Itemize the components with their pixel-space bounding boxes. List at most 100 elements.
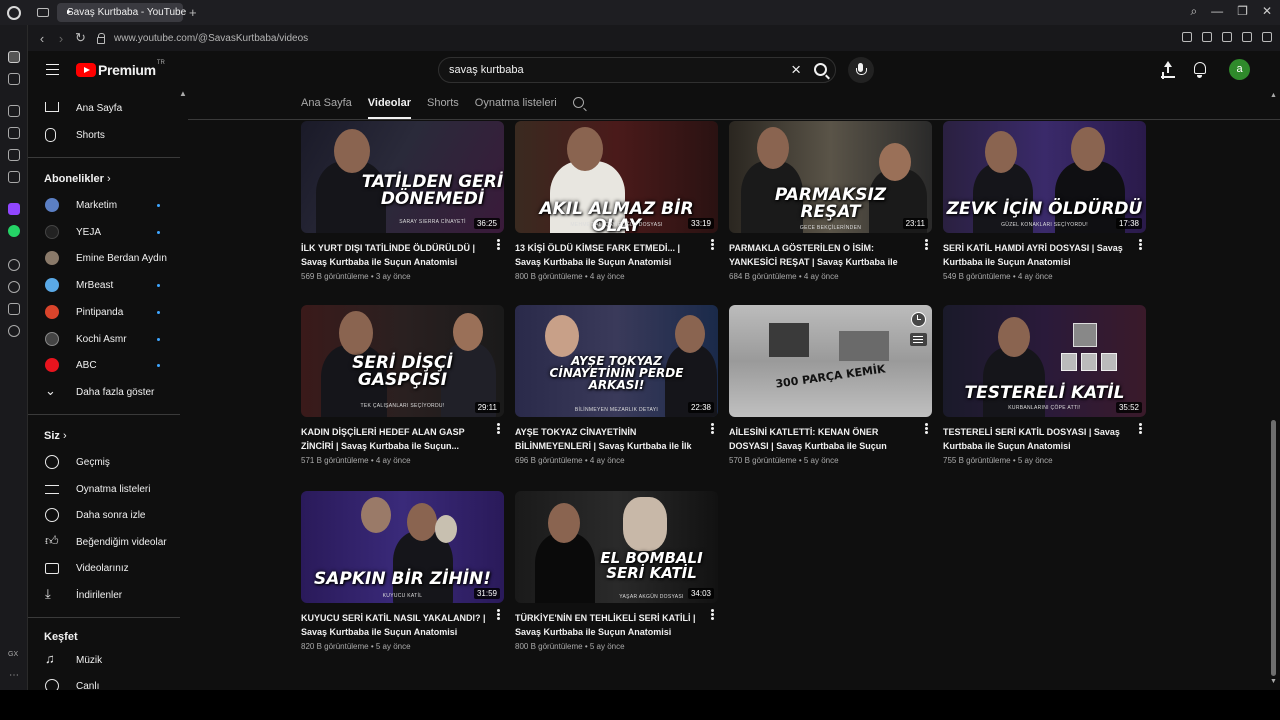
video-title[interactable]: SERİ KATİL HAMDİ AYRİ DOSYASI | Savaş Ku… xyxy=(943,241,1128,269)
video-thumbnail[interactable]: PARMAKSIZ REŞAT GECE BEKÇİLERİNDEN 23:11 xyxy=(729,121,932,233)
player-icon[interactable] xyxy=(8,259,20,271)
sidebar-show-more[interactable]: ⌄ Daha fazla göster xyxy=(28,380,183,404)
home-panel-icon[interactable] xyxy=(8,51,20,63)
extensions-panel-icon[interactable] xyxy=(8,303,20,315)
video-card[interactable]: PARMAKSIZ REŞAT GECE BEKÇİLERİNDEN 23:11… xyxy=(729,121,932,281)
games-icon[interactable] xyxy=(8,73,20,85)
sidebar-item-downloads[interactable]: ⤓ İndirilenler xyxy=(28,583,183,607)
video-title[interactable]: AYŞE TOKYAZ CİNAYETİNİN BİLİNMEYENLERİ |… xyxy=(515,425,700,453)
video-title[interactable]: KUYUCU SERİ KATİL NASIL YAKALANDI? | Sav… xyxy=(301,611,486,639)
more-actions-icon[interactable] xyxy=(497,613,500,616)
more-actions-icon[interactable] xyxy=(497,243,500,246)
scroll-down-icon[interactable]: ▼ xyxy=(1270,678,1277,685)
browser-search-icon[interactable]: ⌕ xyxy=(1190,4,1197,19)
tab-videos[interactable]: Videolar xyxy=(367,91,411,119)
subscriptions-heading[interactable]: Abonelikler › xyxy=(44,173,111,185)
download-manager-icon[interactable] xyxy=(1222,32,1232,42)
sidebar-item-pintipanda[interactable]: Pintipanda xyxy=(28,300,183,324)
video-thumbnail[interactable]: ZEVK İÇİN ÖLDÜRDÜ GÜZEL KONAKLARI SEÇİYO… xyxy=(943,121,1146,233)
video-title[interactable]: TESTERELİ SERİ KATİL DOSYASI | Savaş Kur… xyxy=(943,425,1128,453)
add-to-queue-icon[interactable] xyxy=(910,333,927,346)
video-thumbnail[interactable]: SERİ DİŞÇİ GASPÇISI TEK ÇALIŞANLARI SEÇİ… xyxy=(301,305,504,417)
video-card[interactable]: EL BOMBALI SERİ KATİL YAŞAR AKGÜN DOSYAS… xyxy=(515,491,718,651)
tab-home[interactable]: Ana Sayfa xyxy=(301,91,352,119)
youtube-logo[interactable]: Premium TR xyxy=(76,60,165,78)
reload-icon[interactable]: ↻ xyxy=(75,30,86,46)
clear-search-icon[interactable]: × xyxy=(791,60,801,80)
video-thumbnail[interactable]: SAPKIN BİR ZİHİN! KUYUCU KATİL 31:59 xyxy=(301,491,504,603)
video-card[interactable]: TATİLDEN GERİ DÖNEMEDİ SARAY SIERRA CİNA… xyxy=(301,121,504,281)
sidebar-item-shorts[interactable]: Shorts xyxy=(28,123,183,147)
watch-later-icon[interactable] xyxy=(911,312,926,327)
twitch-icon[interactable] xyxy=(8,203,20,215)
snapshot-icon[interactable] xyxy=(1202,32,1212,42)
url-field[interactable]: www.youtube.com/@SavasKurtbaba/videos xyxy=(114,33,308,44)
bookmarks-panel-icon[interactable] xyxy=(8,127,20,139)
more-actions-icon[interactable] xyxy=(1139,427,1142,430)
more-actions-icon[interactable] xyxy=(1139,243,1142,246)
sidebar-item-abc[interactable]: ABC xyxy=(28,353,183,377)
video-title[interactable]: KADIN DİŞÇİLERİ HEDEF ALAN GASP ZİNCİRİ … xyxy=(301,425,486,453)
video-thumbnail[interactable]: TESTERELİ KATİL KURBANLARINI ÇÖPE ATTI! … xyxy=(943,305,1146,417)
video-title[interactable]: TÜRKİYE'NİN EN TEHLİKELİ SERİ KATİLİ | S… xyxy=(515,611,700,639)
search-input[interactable]: savaş kurtbaba × xyxy=(438,57,836,83)
close-window-icon[interactable]: ✕ xyxy=(1262,4,1272,19)
ai-icon[interactable] xyxy=(1242,32,1252,42)
channel-search-icon[interactable] xyxy=(573,97,584,108)
history-panel-icon[interactable] xyxy=(8,281,20,293)
back-icon[interactable]: ‹ xyxy=(37,31,47,46)
video-title[interactable]: PARMAKLA GÖSTERİLEN O İSİM: YANKESİCİ RE… xyxy=(729,241,914,269)
video-thumbnail[interactable]: EL BOMBALI SERİ KATİL YAŞAR AKGÜN DOSYAS… xyxy=(515,491,718,603)
video-card[interactable]: TESTERELİ KATİL KURBANLARINI ÇÖPE ATTI! … xyxy=(943,305,1146,465)
more-actions-icon[interactable] xyxy=(925,243,928,246)
video-card[interactable]: ZEVK İÇİN ÖLDÜRDÜ GÜZEL KONAKLARI SEÇİYO… xyxy=(943,121,1146,281)
video-card[interactable]: 300 PARÇA KEMİK AİLESİNİ KATLETTİ: KENAN… xyxy=(729,305,932,465)
sidebar-item-live[interactable]: Canlı xyxy=(28,674,183,690)
tab-shorts[interactable]: Shorts xyxy=(427,91,459,119)
more-actions-icon[interactable] xyxy=(711,243,714,246)
video-thumbnail[interactable]: AYŞE TOKYAZ CİNAYETİNİN PERDE ARKASI! Bİ… xyxy=(515,305,718,417)
account-avatar[interactable]: a xyxy=(1229,59,1250,80)
video-card[interactable]: AKIL ALMAZ BİR OLAY MEHMET ALİ ÇAYIROĞLU… xyxy=(515,121,718,281)
settings-panel-icon[interactable] xyxy=(8,325,20,337)
minimize-icon[interactable]: — xyxy=(1211,4,1223,19)
sidebar-item-mrbeast[interactable]: MrBeast xyxy=(28,273,183,297)
more-actions-icon[interactable] xyxy=(497,427,500,430)
sidebar-item-yeja[interactable]: YEJA xyxy=(28,220,183,244)
notifications-icon[interactable] xyxy=(1194,62,1206,78)
browser-menu-icon[interactable] xyxy=(1262,32,1272,42)
new-tab-icon[interactable]: + xyxy=(189,5,197,20)
video-card[interactable]: AYŞE TOKYAZ CİNAYETİNİN PERDE ARKASI! Bİ… xyxy=(515,305,718,465)
tab-manager-icon[interactable] xyxy=(37,8,49,17)
video-thumbnail[interactable]: 300 PARÇA KEMİK xyxy=(729,305,932,417)
upload-icon[interactable] xyxy=(1161,61,1175,77)
news-panel-icon[interactable] xyxy=(8,149,20,161)
sidebar-item-kochi-asmr[interactable]: Kochi Asmr xyxy=(28,327,183,351)
gx-icon[interactable]: GX xyxy=(8,651,18,658)
browser-tab-youtube[interactable]: Savaş Kurtbaba - YouTube xyxy=(57,3,186,22)
video-thumbnail[interactable]: AKIL ALMAZ BİR OLAY MEHMET ALİ ÇAYIROĞLU… xyxy=(515,121,718,233)
tab-playlists[interactable]: Oynatma listeleri xyxy=(475,91,557,119)
sidebar-item-your-videos[interactable]: Videolarınız xyxy=(28,556,183,580)
video-card[interactable]: SAPKIN BİR ZİHİN! KUYUCU KATİL 31:59 KUY… xyxy=(301,491,504,651)
video-card[interactable]: SERİ DİŞÇİ GASPÇISI TEK ÇALIŞANLARI SEÇİ… xyxy=(301,305,504,465)
video-title[interactable]: İLK YURT DIŞI TATİLİNDE ÖLDÜRÜLDÜ | Sava… xyxy=(301,241,486,269)
page-scrollbar[interactable] xyxy=(1271,420,1276,676)
messenger-icon[interactable] xyxy=(8,171,20,183)
sidebar-item-music[interactable]: ♫ Müzik xyxy=(28,648,183,672)
extension-icon[interactable] xyxy=(1182,32,1192,42)
forward-icon[interactable]: › xyxy=(56,31,66,46)
video-thumbnail[interactable]: TATİLDEN GERİ DÖNEMEDİ SARAY SIERRA CİNA… xyxy=(301,121,504,233)
menu-icon[interactable] xyxy=(46,64,59,75)
more-actions-icon[interactable] xyxy=(711,613,714,616)
sidebar-item-playlists[interactable]: Oynatma listeleri xyxy=(28,477,183,501)
browser-logo-icon[interactable] xyxy=(7,5,21,20)
sidebar-item-home[interactable]: Ana Sayfa xyxy=(28,96,183,120)
sidebar-item-emine-berdan-aydin[interactable]: Emine Berdan Aydın xyxy=(28,246,183,270)
more-actions-icon[interactable] xyxy=(925,427,928,430)
video-title[interactable]: 13 KİŞİ ÖLDÜ KİMSE FARK ETMEDİ... | Sava… xyxy=(515,241,700,269)
sidebar-item-marketim[interactable]: Marketim xyxy=(28,193,183,217)
more-panel-icon[interactable]: ⋯ xyxy=(9,670,19,681)
whatsapp-icon[interactable] xyxy=(8,225,20,237)
sidebar-item-liked-videos[interactable]: 👍︎ Beğendiğim videolar xyxy=(28,530,183,554)
